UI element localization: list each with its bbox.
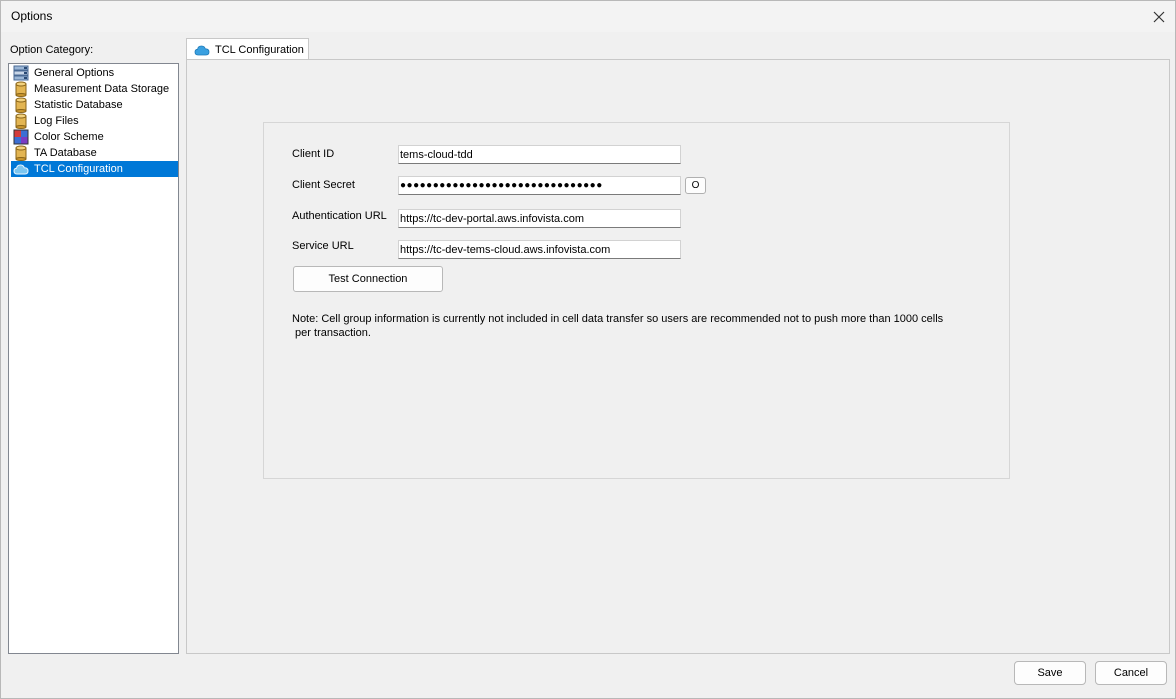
category-label: Measurement Data Storage: [34, 83, 170, 95]
option-category-list[interactable]: General Options Measurement Data Storage…: [8, 63, 179, 654]
database-icon: [15, 97, 27, 113]
client-id-input[interactable]: [398, 145, 681, 164]
settings-list-icon: [13, 65, 29, 81]
database-icon: [15, 81, 27, 97]
authentication-url-input[interactable]: [398, 209, 681, 228]
window-title: Options: [11, 9, 53, 23]
category-item-measurement-data-storage[interactable]: Measurement Data Storage: [11, 81, 178, 97]
cloud-icon: [194, 45, 210, 56]
category-label: TCL Configuration: [34, 163, 123, 175]
cloud-icon: [13, 164, 29, 175]
category-label: General Options: [34, 67, 115, 79]
database-icon: [15, 145, 27, 161]
category-item-general-options[interactable]: General Options: [11, 65, 178, 81]
service-url-label: Service URL: [292, 240, 354, 252]
category-item-tcl-configuration[interactable]: TCL Configuration: [11, 161, 178, 177]
cancel-button[interactable]: Cancel: [1095, 661, 1167, 685]
close-button[interactable]: [1143, 1, 1175, 32]
reveal-secret-button[interactable]: O: [685, 177, 706, 194]
category-label: Color Scheme: [34, 131, 104, 143]
authentication-url-label: Authentication URL: [292, 210, 387, 222]
client-secret-label: Client Secret: [292, 179, 355, 191]
category-label: TA Database: [34, 147, 97, 159]
service-url-input[interactable]: [398, 240, 681, 259]
category-item-ta-database[interactable]: TA Database: [11, 145, 178, 161]
tab-tcl-configuration[interactable]: TCL Configuration: [186, 38, 309, 61]
category-label: Log Files: [34, 115, 79, 127]
note-text: Note: Cell group information is currentl…: [292, 312, 982, 340]
title-bar: Options: [1, 1, 1175, 32]
category-item-statistic-database[interactable]: Statistic Database: [11, 97, 178, 113]
client-id-label: Client ID: [292, 148, 335, 160]
category-item-log-files[interactable]: Log Files: [11, 113, 178, 129]
tab-label: TCL Configuration: [215, 44, 304, 56]
client-secret-input[interactable]: [398, 176, 681, 195]
save-button[interactable]: Save: [1014, 661, 1086, 685]
color-palette-icon: [13, 129, 29, 145]
category-item-color-scheme[interactable]: Color Scheme: [11, 129, 178, 145]
note-line: per transaction.: [292, 327, 371, 339]
category-label: Statistic Database: [34, 99, 123, 111]
test-connection-button[interactable]: Test Connection: [293, 266, 443, 292]
note-line: Note: Cell group information is currentl…: [292, 313, 944, 325]
close-icon: [1153, 11, 1165, 22]
database-icon: [15, 113, 27, 129]
option-category-label: Option Category:: [10, 44, 94, 56]
